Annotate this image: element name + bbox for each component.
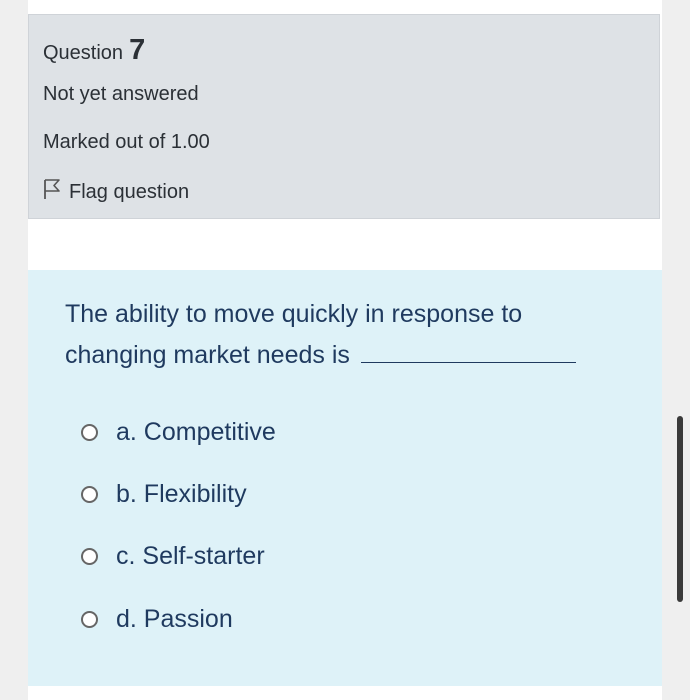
question-content-panel: The ability to move quickly in response … [28, 270, 662, 686]
question-label: Question [43, 42, 124, 64]
question-grade: Marked out of 1.00 [43, 131, 210, 153]
option-label-d: d. Passion [116, 605, 233, 633]
option-label-c: c. Self-starter [116, 542, 265, 570]
scrollbar[interactable] [677, 416, 683, 602]
question-number: 7 [129, 34, 146, 66]
answer-option-a[interactable]: a. Competitive [81, 418, 276, 447]
answer-blank [360, 336, 576, 363]
answer-option-b[interactable]: b. Flexibility [81, 480, 247, 509]
left-margin [0, 0, 28, 700]
flag-question-link[interactable]: Flag question [43, 178, 189, 206]
question-info-panel: Question 7 Not yet answered Marked out of… [28, 14, 660, 219]
right-margin [662, 0, 690, 700]
option-label-b: b. Flexibility [116, 480, 247, 508]
question-number-heading: Question 7 [43, 34, 145, 67]
answer-option-d[interactable]: d. Passion [81, 605, 233, 634]
radio-button-d[interactable] [81, 611, 98, 628]
question-text-block: The ability to move quickly in response … [65, 294, 625, 376]
answer-option-c[interactable]: c. Self-starter [81, 542, 265, 571]
radio-button-a[interactable] [81, 424, 98, 441]
flag-icon [43, 178, 69, 206]
option-label-a: a. Competitive [116, 418, 276, 446]
radio-button-b[interactable] [81, 486, 98, 503]
radio-button-c[interactable] [81, 548, 98, 565]
question-state: Not yet answered [43, 83, 199, 105]
flag-question-label: Flag question [69, 180, 190, 203]
